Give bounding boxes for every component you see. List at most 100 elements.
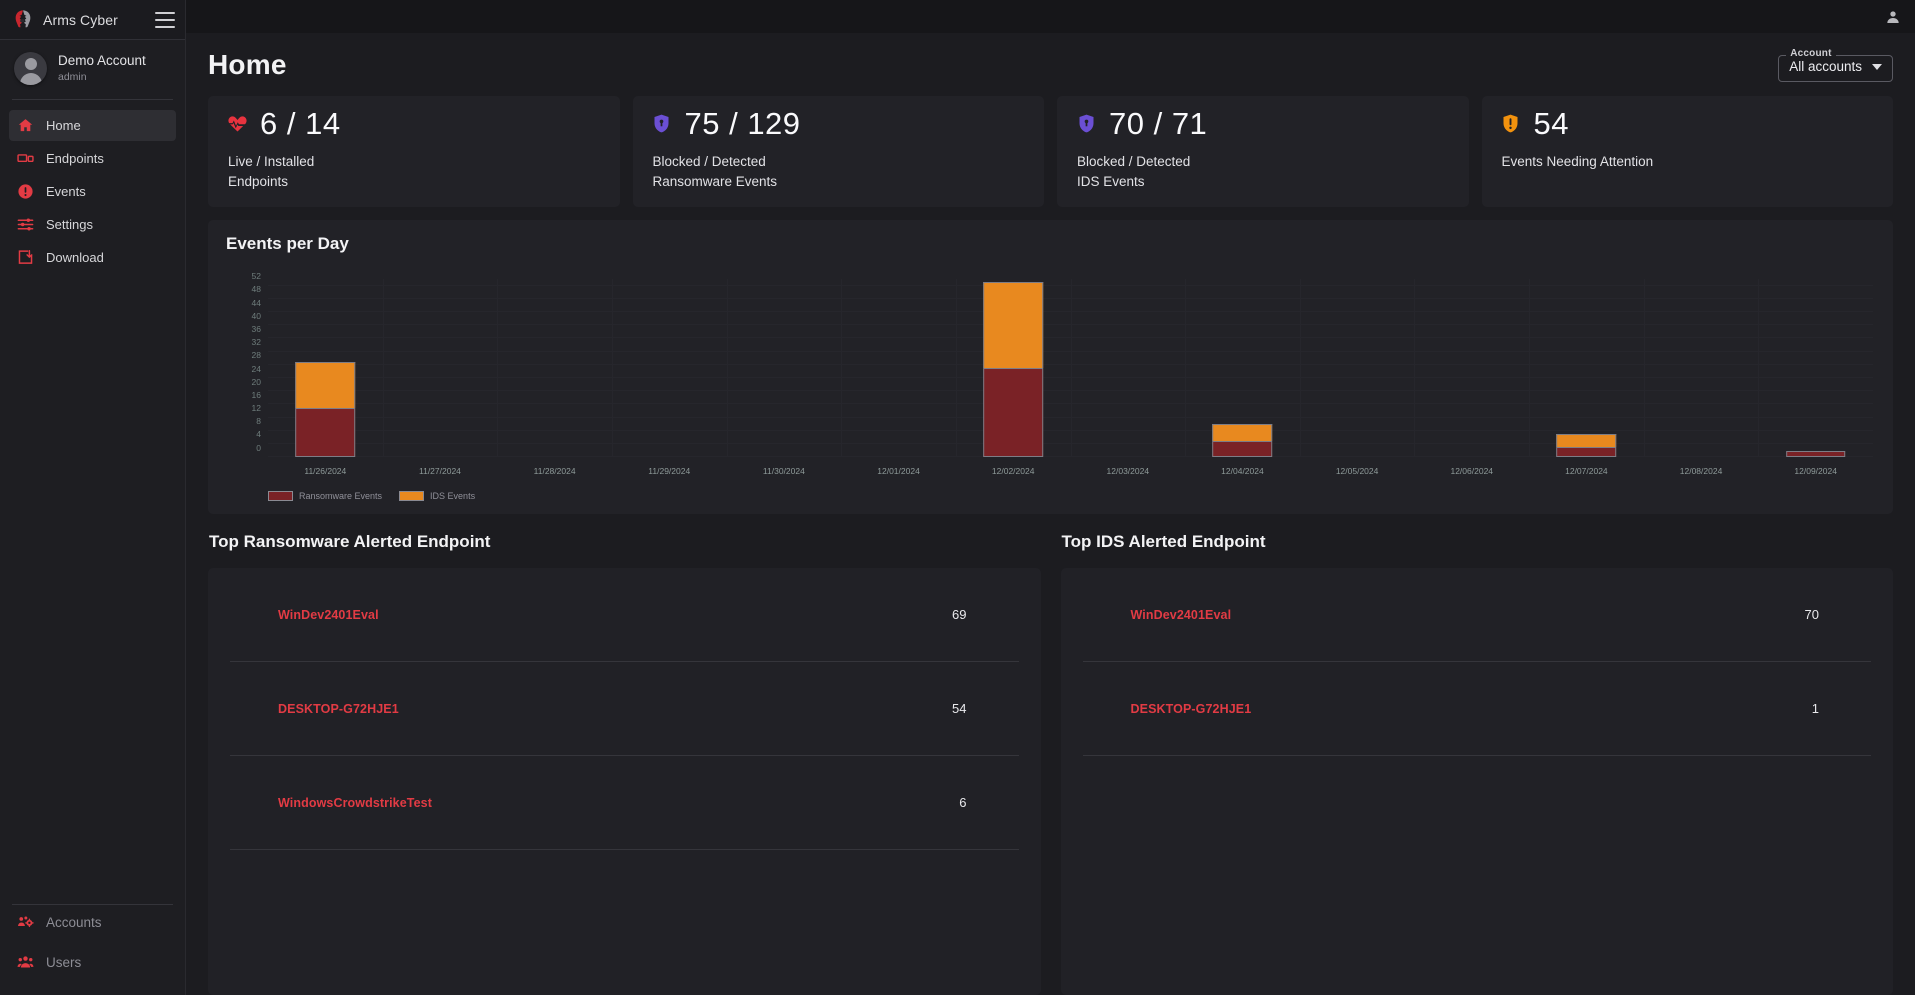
spartan-helmet-icon bbox=[12, 9, 34, 31]
chart-y-tick-label: 8 bbox=[256, 416, 261, 427]
events-per-day-panel: Events per Day 0 4 8 12 16 20 24 28 32 36 40 44 48 52… bbox=[208, 220, 1893, 515]
sidebar-nav: Home Endpoints Events Settings Download bbox=[0, 100, 185, 273]
account-select[interactable]: Account All accounts bbox=[1778, 48, 1893, 82]
chart-y-tick-label: 28 bbox=[251, 350, 261, 361]
chart-bar-segment bbox=[295, 407, 356, 458]
users-icon bbox=[17, 954, 34, 971]
chart-vertical-gridline bbox=[955, 279, 957, 458]
chart-x-tick-label: 11/26/2024 bbox=[304, 466, 347, 477]
table-row[interactable]: DESKTOP-G72HJE1 1 bbox=[1082, 662, 1871, 757]
account-name: Demo Account bbox=[58, 53, 146, 68]
sidebar-item-label: Download bbox=[46, 250, 104, 265]
chart-x-tick-label: 11/30/2024 bbox=[762, 466, 805, 477]
stat-card-attention: 54 Events Needing Attention bbox=[1481, 96, 1893, 208]
sliders-icon bbox=[17, 216, 34, 233]
endpoint-count: 6 bbox=[959, 795, 967, 811]
ids-table: WinDev2401Eval 70 DESKTOP-G72HJE1 1 bbox=[1060, 568, 1893, 995]
chart-bar[interactable] bbox=[1556, 434, 1617, 458]
sidebar-account-block[interactable]: Demo Account admin bbox=[0, 40, 185, 99]
chart-bar[interactable] bbox=[295, 361, 356, 458]
sidebar-item-accounts[interactable]: Accounts bbox=[9, 905, 176, 939]
endpoint-count: 70 bbox=[1804, 607, 1819, 623]
shield-alert-icon bbox=[1500, 113, 1522, 135]
stat-card-ids: 70 / 71 Blocked / Detected IDS Events bbox=[1057, 96, 1469, 208]
person-icon[interactable] bbox=[1885, 9, 1901, 25]
chart-vertical-gridline bbox=[1070, 279, 1072, 458]
chart-bar-segment bbox=[983, 282, 1043, 369]
ransomware-table: WinDev2401Eval 69 DESKTOP-G72HJE1 54 Win… bbox=[208, 568, 1041, 995]
page-header: Home Account All accounts bbox=[186, 33, 1915, 82]
chart-y-tick-label: 48 bbox=[251, 284, 261, 295]
endpoint-name[interactable]: WinDev2401Eval bbox=[1083, 608, 1232, 622]
chart-y-tick-label: 32 bbox=[251, 337, 261, 348]
chart-y-tick-label: 40 bbox=[251, 310, 261, 321]
home-icon bbox=[17, 117, 34, 134]
stat-card-value: 54 bbox=[1533, 106, 1569, 141]
sidebar-item-label: Endpoints bbox=[46, 151, 104, 166]
shield-lock-icon bbox=[651, 113, 673, 135]
chart-legend-label: IDS Events bbox=[430, 491, 476, 502]
hamburger-icon[interactable] bbox=[155, 11, 175, 28]
endpoint-name[interactable]: WinDev2401Eval bbox=[230, 608, 379, 622]
sidebar-item-download[interactable]: Download bbox=[9, 242, 176, 273]
endpoint-name[interactable]: DESKTOP-G72HJE1 bbox=[1083, 702, 1252, 716]
stat-card-label-1: Live / Installed bbox=[228, 154, 315, 169]
chart-bar-segment bbox=[1212, 440, 1273, 458]
table-row[interactable]: WindowsCrowdstrikeTest 6 bbox=[230, 756, 1019, 851]
sidebar-bottom-nav: Accounts Users bbox=[0, 905, 185, 995]
sidebar-item-label: Users bbox=[46, 954, 82, 970]
stat-card-value: 6 / 14 bbox=[260, 106, 341, 141]
chart-bar[interactable] bbox=[983, 282, 1043, 458]
chart-bar-segment bbox=[983, 368, 1043, 458]
chart-legend-swatch bbox=[399, 491, 425, 502]
ids-table-col: Top IDS Alerted Endpoint WinDev2401Eval … bbox=[1060, 532, 1893, 995]
chart-legend: Ransomware Events IDS Events bbox=[208, 489, 1893, 514]
endpoint-count: 69 bbox=[952, 607, 967, 623]
sidebar-item-home[interactable]: Home bbox=[9, 110, 176, 141]
top-bar bbox=[186, 0, 1915, 33]
sidebar-item-events[interactable]: Events bbox=[9, 176, 176, 207]
stat-card-label-2: Ransomware Events bbox=[652, 173, 778, 189]
endpoint-tables: Top Ransomware Alerted Endpoint WinDev24… bbox=[186, 514, 1915, 995]
ransomware-table-col: Top Ransomware Alerted Endpoint WinDev24… bbox=[208, 532, 1041, 995]
chart-y-tick-label: 24 bbox=[251, 363, 261, 374]
chart-bar[interactable] bbox=[1212, 424, 1273, 458]
chart-y-tick-label: 20 bbox=[251, 376, 261, 387]
account-role: admin bbox=[58, 70, 87, 83]
main-content: Home Account All accounts 6 / 14 Live / … bbox=[186, 0, 1915, 995]
sidebar-item-users[interactable]: Users bbox=[9, 945, 176, 979]
chart-vertical-gridline bbox=[497, 279, 499, 458]
stat-card-label-2: IDS Events bbox=[1077, 173, 1145, 189]
sidebar-item-endpoints[interactable]: Endpoints bbox=[9, 143, 176, 174]
chart-x-tick-label: 12/08/2024 bbox=[1679, 466, 1723, 477]
sidebar-item-settings[interactable]: Settings bbox=[9, 209, 176, 240]
chart-bar-segment bbox=[295, 361, 356, 408]
table-row[interactable]: DESKTOP-G72HJE1 54 bbox=[230, 662, 1019, 757]
app-root: Arms Cyber Demo Account admin Home Endpo… bbox=[0, 0, 1915, 995]
endpoints-icon bbox=[17, 150, 34, 167]
endpoint-name[interactable]: WindowsCrowdstrikeTest bbox=[230, 796, 432, 810]
stat-card-value: 75 / 129 bbox=[684, 106, 801, 141]
chart-x-tick-label: 11/29/2024 bbox=[648, 466, 691, 477]
table-row[interactable]: WinDev2401Eval 70 bbox=[1082, 568, 1871, 663]
chart-y-tick-label: 12 bbox=[251, 403, 261, 414]
sidebar-item-label: Home bbox=[46, 118, 81, 133]
chart-bar[interactable] bbox=[1785, 450, 1846, 458]
chart-vertical-gridline bbox=[1414, 279, 1416, 458]
table-row[interactable]: WinDev2401Eval 69 bbox=[230, 568, 1019, 663]
accounts-gear-icon bbox=[17, 914, 34, 931]
endpoint-name[interactable]: DESKTOP-G72HJE1 bbox=[230, 702, 399, 716]
chart-vertical-gridline bbox=[1758, 279, 1760, 458]
chart-legend-item[interactable]: IDS Events bbox=[399, 491, 476, 502]
chart-y-tick-label: 16 bbox=[251, 389, 261, 400]
chart-bar-segment bbox=[1785, 450, 1846, 458]
endpoint-count: 54 bbox=[952, 701, 967, 717]
chart-legend-label: Ransomware Events bbox=[299, 491, 383, 502]
chart-legend-item[interactable]: Ransomware Events bbox=[268, 491, 383, 502]
chart-legend-swatch bbox=[268, 491, 293, 502]
download-icon bbox=[17, 249, 34, 266]
chart-x-tick-label: 11/28/2024 bbox=[533, 466, 576, 477]
endpoint-count: 1 bbox=[1811, 701, 1819, 717]
page-title: Home bbox=[208, 49, 287, 80]
